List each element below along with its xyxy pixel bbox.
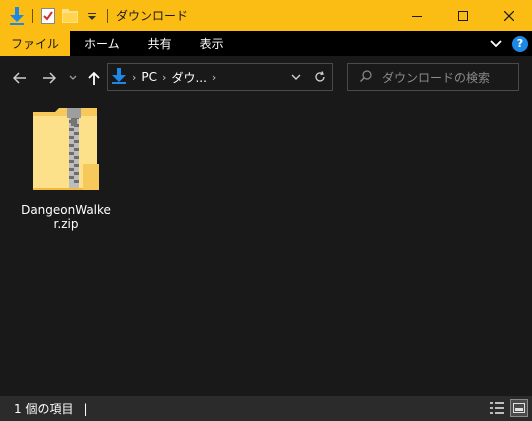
breadcrumb-downloads[interactable]: ダウ... <box>171 69 206 86</box>
download-location-icon <box>112 67 126 87</box>
status-caret: | <box>83 401 88 416</box>
expand-ribbon-icon[interactable] <box>490 37 502 51</box>
window-title: ダウンロード <box>116 9 189 23</box>
recent-locations-chevron-icon[interactable] <box>62 67 84 89</box>
tab-view[interactable]: 表示 <box>186 31 238 56</box>
details-view-icon[interactable] <box>488 399 506 417</box>
forward-arrow-icon[interactable] <box>38 67 60 89</box>
breadcrumb-chevron-icon[interactable]: › <box>162 71 166 84</box>
breadcrumb-chevron-icon[interactable]: › <box>132 71 136 84</box>
tab-share[interactable]: 共有 <box>134 31 186 56</box>
view-switcher <box>488 399 528 417</box>
item-count: 1 個の項目 <box>14 402 74 416</box>
close-button[interactable] <box>486 0 532 31</box>
properties-checkbox-icon[interactable] <box>37 5 59 27</box>
file-item[interactable]: DangeonWalker.zip <box>18 106 114 231</box>
breadcrumb-chevron-icon[interactable]: › <box>212 71 216 84</box>
customize-dropdown-icon[interactable] <box>81 5 103 27</box>
zip-folder-icon <box>31 106 101 197</box>
minimize-button[interactable] <box>394 0 440 31</box>
up-arrow-icon[interactable] <box>83 67 105 89</box>
search-box[interactable]: ダウンロードの検索 <box>347 63 519 91</box>
address-bar-controls <box>284 64 332 90</box>
file-list-area: DangeonWalker.zip <box>0 98 532 396</box>
large-icons-view-icon[interactable] <box>510 399 528 417</box>
quick-access-toolbar: ダウンロード <box>0 0 188 31</box>
search-placeholder: ダウンロードの検索 <box>382 70 491 85</box>
back-arrow-icon[interactable] <box>9 67 31 89</box>
window-controls <box>394 0 532 31</box>
title-separator <box>107 8 108 23</box>
help-button[interactable]: ? <box>512 35 528 52</box>
status-bar: 1 個の項目 | <box>0 396 532 421</box>
ribbon-right-controls: ? <box>490 31 528 56</box>
download-arrow-icon[interactable] <box>6 5 28 27</box>
address-bar[interactable]: › PC › ダウ... › <box>107 63 333 91</box>
ribbon-tabs: ファイル ホーム 共有 表示 ? <box>0 31 532 56</box>
maximize-button[interactable] <box>440 0 486 31</box>
refresh-icon[interactable] <box>308 64 332 90</box>
tab-file[interactable]: ファイル <box>0 31 71 56</box>
new-folder-icon[interactable] <box>59 5 81 27</box>
title-bar: ダウンロード <box>0 0 532 31</box>
search-icon <box>360 69 372 85</box>
tab-home[interactable]: ホーム <box>70 31 134 56</box>
file-name[interactable]: DangeonWalker.zip <box>18 203 114 231</box>
address-history-dropdown-icon[interactable] <box>284 64 308 90</box>
breadcrumb-pc[interactable]: PC <box>141 70 157 84</box>
qat-separator <box>32 8 33 23</box>
